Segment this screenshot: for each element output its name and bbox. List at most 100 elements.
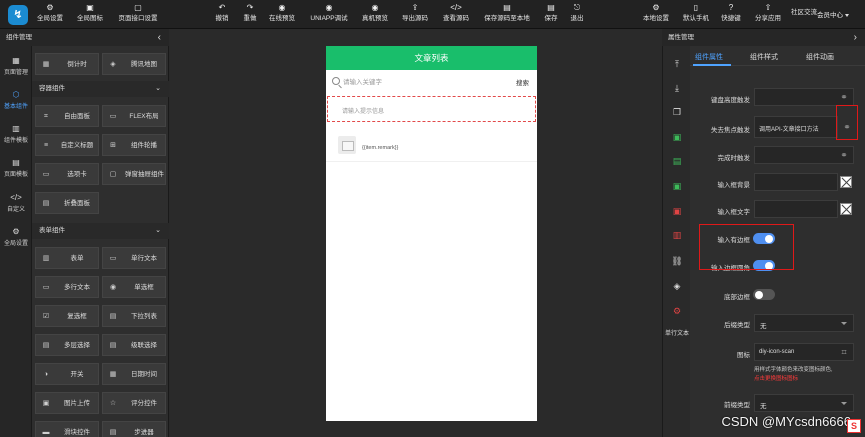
component-carousel[interactable]: ⊞ 组件轮播 <box>102 134 166 156</box>
icon-field[interactable]: diy-icon-scan ⌗ <box>754 343 854 361</box>
component-single-line-text[interactable]: ▭ 单行文本 <box>102 247 166 269</box>
suffix-type-select[interactable]: 无 <box>754 314 854 332</box>
move-top-icon[interactable]: ⤒ <box>671 58 683 70</box>
chevron-down-icon <box>841 402 847 405</box>
component-form[interactable]: ▥ 表单 <box>35 247 99 269</box>
bottom-border-toggle[interactable] <box>753 289 775 300</box>
form-icon: ▥ <box>42 255 50 262</box>
keyboard-height-field[interactable]: ⚭ <box>754 88 854 106</box>
trash-icon[interactable]: ▥ <box>671 229 683 241</box>
link-icon[interactable]: ⚭ <box>839 150 849 160</box>
rail-page-templates[interactable]: ▤ 页面模板 <box>0 156 32 184</box>
color-picker-swatch[interactable] <box>840 176 852 188</box>
redo-button[interactable]: ↷ 重做 <box>238 2 262 27</box>
chevron-left-icon[interactable]: ‹ <box>158 29 161 46</box>
uniapp-debug-button[interactable]: ◉ UNIAPP调试 <box>306 2 352 27</box>
save-source-local-button[interactable]: ▤ 保存源码至本地 <box>481 2 533 27</box>
component-image-upload[interactable]: ▣ 图片上传 <box>35 392 99 414</box>
image-icon[interactable]: ▣ <box>671 180 683 192</box>
input-text-color-label: 输入框文字 <box>717 209 751 216</box>
component-checkbox[interactable]: ☑ 复选框 <box>35 305 99 327</box>
countdown-icon: ▦ <box>42 61 50 68</box>
rail-component-templates[interactable]: ▥ 组件模板 <box>0 122 32 150</box>
component-switch[interactable]: ◑ 开关 <box>35 363 99 385</box>
list-item[interactable]: {{item.remark}} <box>326 132 537 162</box>
rail-page-manage[interactable]: ▦ 页面管理 <box>0 54 32 82</box>
global-settings-button[interactable]: ⚙ 全局设置 <box>34 2 66 27</box>
component-flex-layout[interactable]: ▭ FLEX布局 <box>102 105 166 127</box>
copy-icon[interactable]: ❐ <box>671 106 683 118</box>
paste-icon[interactable]: ▣ <box>671 131 683 143</box>
property-panel-header: 属性管理 › <box>662 29 865 46</box>
shortcuts-button[interactable]: ? 快捷键 <box>718 2 744 27</box>
blur-trigger-field[interactable]: 调用API-文章接口方法 <box>754 116 838 138</box>
device-preview-button[interactable]: ◉ 真机预览 <box>358 2 392 27</box>
color-picker-swatch[interactable] <box>840 203 852 215</box>
component-cascader[interactable]: ▤ 级联选择 <box>102 334 166 356</box>
default-phone-button[interactable]: ▯ 默认手机 <box>680 2 712 27</box>
export-source-button[interactable]: ⇪ 导出源码 <box>398 2 432 27</box>
component-datetime[interactable]: ▦ 日期时间 <box>102 363 166 385</box>
gear-icon: ⚙ <box>652 3 660 12</box>
chevron-down-icon: ⌄ <box>155 227 161 234</box>
left-rail: ▦ 页面管理 ⬡ 基本组件 ▥ 组件模板 ▤ 页面模板 </> 自定义 ⚙ 全局设置 <box>0 29 32 437</box>
grid-icon: ▦ <box>12 56 20 65</box>
tab-component-props[interactable]: 组件属性 <box>695 52 723 62</box>
save-button[interactable]: ▤ 保存 <box>540 2 562 27</box>
global-icons-button[interactable]: ▣ 全局图标 <box>74 2 106 27</box>
local-settings-button[interactable]: ⚙ 本地设置 <box>640 2 672 27</box>
undo-button[interactable]: ↶ 撤销 <box>210 2 234 27</box>
complete-trigger-field[interactable]: ⚭ <box>754 146 854 164</box>
layers-icon[interactable]: ◈ <box>671 280 683 292</box>
view-source-button[interactable]: </> 查看源码 <box>439 2 473 27</box>
selected-text-input[interactable]: 请输入提示信息 <box>327 96 536 122</box>
chevron-right-icon[interactable]: › <box>854 29 857 46</box>
document-icon[interactable]: ▤ <box>671 155 683 167</box>
page-api-settings-button[interactable]: ▢ 页面接口设置 <box>114 2 162 27</box>
section-form-components[interactable]: 表单组件 ⌄ <box>32 223 169 239</box>
component-radio[interactable]: ◉ 单选框 <box>102 276 166 298</box>
prefix-type-select[interactable]: 无 <box>754 394 854 412</box>
component-dropdown[interactable]: ▤ 下拉列表 <box>102 305 166 327</box>
component-rating[interactable]: ☆ 评分控件 <box>102 392 166 414</box>
component-panel-header: 组件管理 ‹ <box>0 29 169 46</box>
component-slider[interactable]: ▬ 滑块控件 <box>35 421 99 437</box>
component-stepper[interactable]: ▤ 步进器 <box>102 421 166 437</box>
icon-hint-link[interactable]: 点击更换图标图标 <box>754 374 798 382</box>
flex-icon: ▭ <box>109 113 117 120</box>
component-custom-title[interactable]: ≡ 自定义标题 <box>35 134 99 156</box>
link-icon[interactable]: ⚭ <box>839 92 849 102</box>
tab-component-animation[interactable]: 组件动画 <box>806 52 834 62</box>
member-center-menu[interactable]: 会员中心 <box>817 9 849 19</box>
search-icon <box>332 77 340 85</box>
icon-label: 图标 <box>737 352 750 359</box>
component-countdown[interactable]: ▦ 倒计时 <box>35 53 99 75</box>
component-tencent-map[interactable]: ◈ 腾讯地图 <box>102 53 166 75</box>
tab-component-styles[interactable]: 组件样式 <box>750 52 778 62</box>
input-rounded-toggle[interactable] <box>753 260 775 271</box>
rail-global-settings[interactable]: ⚙ 全局设置 <box>0 225 32 253</box>
share-app-button[interactable]: ⇧ 分享应用 <box>752 2 784 27</box>
input-text-color-field[interactable] <box>754 200 838 218</box>
component-drawer[interactable]: ▢ 弹窗抽屉组件 <box>102 163 166 185</box>
online-preview-button[interactable]: ◉ 在线预览 <box>265 2 299 27</box>
rail-basic-components[interactable]: ⬡ 基本组件 <box>0 88 32 116</box>
exit-button[interactable]: ⎋ 退出 <box>566 2 588 27</box>
gear-icon[interactable]: ⚙ <box>671 305 683 317</box>
component-free-panel[interactable]: ⌗ 自由面板 <box>35 105 99 127</box>
search-input[interactable] <box>343 76 503 88</box>
search-button[interactable]: 搜索 <box>516 77 529 87</box>
link-icon[interactable]: ⛓ <box>671 255 683 267</box>
input-border-toggle[interactable] <box>753 233 775 244</box>
scan-icon[interactable]: ⌗ <box>839 347 849 357</box>
lock-icon[interactable]: ▣ <box>671 205 683 217</box>
move-bottom-icon[interactable]: ⤓ <box>671 82 683 94</box>
section-container-components[interactable]: 容器组件 ⌄ <box>32 81 169 97</box>
input-background-field[interactable] <box>754 173 838 191</box>
rail-custom[interactable]: </> 自定义 <box>0 191 32 219</box>
component-collapse[interactable]: ▤ 折叠面板 <box>35 192 99 214</box>
component-multi-line-text[interactable]: ▭ 多行文本 <box>35 276 99 298</box>
link-icon[interactable]: ⚭ <box>842 122 852 132</box>
component-tabs[interactable]: ▭ 选项卡 <box>35 163 99 185</box>
component-multi-select[interactable]: ▤ 多层选择 <box>35 334 99 356</box>
